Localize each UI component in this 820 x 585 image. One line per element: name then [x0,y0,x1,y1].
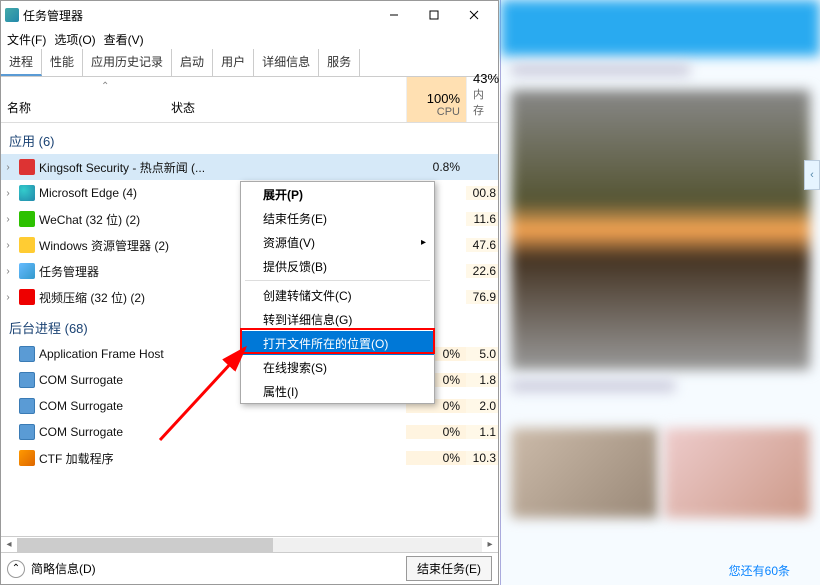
bgwin-remaining-label[interactable]: 您还有60条 [729,562,790,579]
fewer-details-link[interactable]: 简略信息(D) [31,560,96,577]
collapse-chevron-icon[interactable]: ⌃ [7,560,25,578]
close-button[interactable] [454,1,494,29]
app-icon [19,289,35,305]
app-icon [19,185,35,201]
expand-chevron-icon[interactable]: › [1,240,15,251]
maximize-button[interactable] [414,1,454,29]
submenu-arrow-icon: ▸ [421,237,426,248]
tab-users[interactable]: 用户 [213,49,254,76]
horizontal-scrollbar[interactable]: ◂ ▸ [1,536,498,552]
app-icon [19,237,35,253]
process-mem: 5.0 [466,347,498,361]
titlebar: 任务管理器 [1,1,498,29]
col-status[interactable]: 状态 [171,99,195,116]
cm-search-online[interactable]: 在线搜索(S) [241,355,434,379]
expand-chevron-icon[interactable]: › [1,292,15,303]
sort-chevron-icon: ⌃ [101,81,109,92]
process-mem: 00.8 [466,186,498,200]
process-cpu: 0% [406,425,466,439]
expand-chevron-icon[interactable]: › [1,188,15,199]
cm-goto-details[interactable]: 转到详细信息(G) [241,307,434,331]
process-row[interactable]: CTF 加载程序 0% 10.3 [1,445,498,471]
app-icon [19,346,35,362]
tab-services[interactable]: 服务 [319,49,360,76]
app-icon [19,398,35,414]
cm-properties[interactable]: 属性(I) [241,379,434,403]
menu-options[interactable]: 选项(O) [54,31,95,48]
process-mem: 2.0 [466,399,498,413]
col-cpu[interactable]: 100% CPU [406,77,466,122]
process-mem: 1.1 [466,425,498,439]
window-title: 任务管理器 [23,7,83,24]
process-cpu: 0.8% [406,160,466,174]
tabstrip: 进程 性能 应用历史记录 启动 用户 详细信息 服务 [1,49,498,77]
bgwin-collapse-button[interactable]: ‹ [804,160,820,190]
background-window: ‹ 您还有60条 [500,0,820,585]
menubar: 文件(F) 选项(O) 查看(V) [1,29,498,49]
scroll-track[interactable] [17,538,482,552]
tab-performance[interactable]: 性能 [42,49,83,76]
cm-separator [245,280,430,281]
process-mem: 22.6 [466,264,498,278]
scroll-thumb[interactable] [17,538,273,552]
cpu-label: CPU [437,106,460,118]
app-icon [5,8,19,22]
mem-label: 内存 [473,86,492,118]
cpu-percent: 100% [427,91,460,106]
cm-open-file-location[interactable]: 打开文件所在的位置(O) [241,331,434,355]
col-name[interactable]: 名称 [7,99,31,116]
process-mem: 76.9 [466,290,498,304]
tab-details[interactable]: 详细信息 [254,49,319,76]
cm-end-task[interactable]: 结束任务(E) [241,206,434,230]
bgwin-text [511,64,690,76]
process-row[interactable]: › Kingsoft Security - 热点新闻 (... 0.8% [1,154,498,180]
mem-percent: 43% [473,71,499,86]
cm-resource-values[interactable]: 资源值(V)▸ [241,230,434,254]
app-icon [19,424,35,440]
expand-chevron-icon[interactable]: › [1,214,15,225]
process-name: COM Surrogate [39,425,406,439]
app-icon [19,450,35,466]
cm-feedback[interactable]: 提供反馈(B) [241,254,434,278]
group-apps-title: 应用 (6) [1,123,498,154]
bgwin-card [511,428,658,518]
process-name: CTF 加载程序 [39,450,406,467]
bgwin-text [511,380,675,392]
cm-expand[interactable]: 展开(P) [241,182,434,206]
tab-processes[interactable]: 进程 [1,49,42,76]
context-menu: 展开(P) 结束任务(E) 资源值(V)▸ 提供反馈(B) 创建转储文件(C) … [240,181,435,404]
expand-chevron-icon[interactable]: › [1,162,15,173]
scroll-left-icon[interactable]: ◂ [1,539,17,550]
app-icon [19,372,35,388]
process-mem: 10.3 [466,451,498,465]
app-icon [19,159,35,175]
scroll-right-icon[interactable]: ▸ [482,539,498,550]
tab-startup[interactable]: 启动 [172,49,213,76]
menu-view[interactable]: 查看(V) [104,31,144,48]
process-mem: 11.6 [466,212,498,226]
tab-app-history[interactable]: 应用历史记录 [83,49,172,76]
bgwin-titlebar [501,0,820,56]
process-row[interactable]: COM Surrogate 0% 1.1 [1,419,498,445]
column-headers: ⌃ 名称 状态 100% CPU 43% 内存 [1,77,498,123]
bgwin-hero-image [511,90,810,370]
app-icon [19,263,35,279]
process-name: Kingsoft Security - 热点新闻 (... [39,159,406,176]
process-mem: 47.6 [466,238,498,252]
minimize-button[interactable] [374,1,414,29]
end-task-button[interactable]: 结束任务(E) [406,556,492,581]
app-icon [19,211,35,227]
bgwin-card [664,428,811,518]
expand-chevron-icon[interactable]: › [1,266,15,277]
menu-file[interactable]: 文件(F) [7,31,46,48]
process-cpu: 0% [406,451,466,465]
footer: ⌃ 简略信息(D) 结束任务(E) [1,552,498,584]
col-memory[interactable]: 43% 内存 [466,77,498,122]
cm-create-dump[interactable]: 创建转储文件(C) [241,283,434,307]
process-mem: 1.8 [466,373,498,387]
